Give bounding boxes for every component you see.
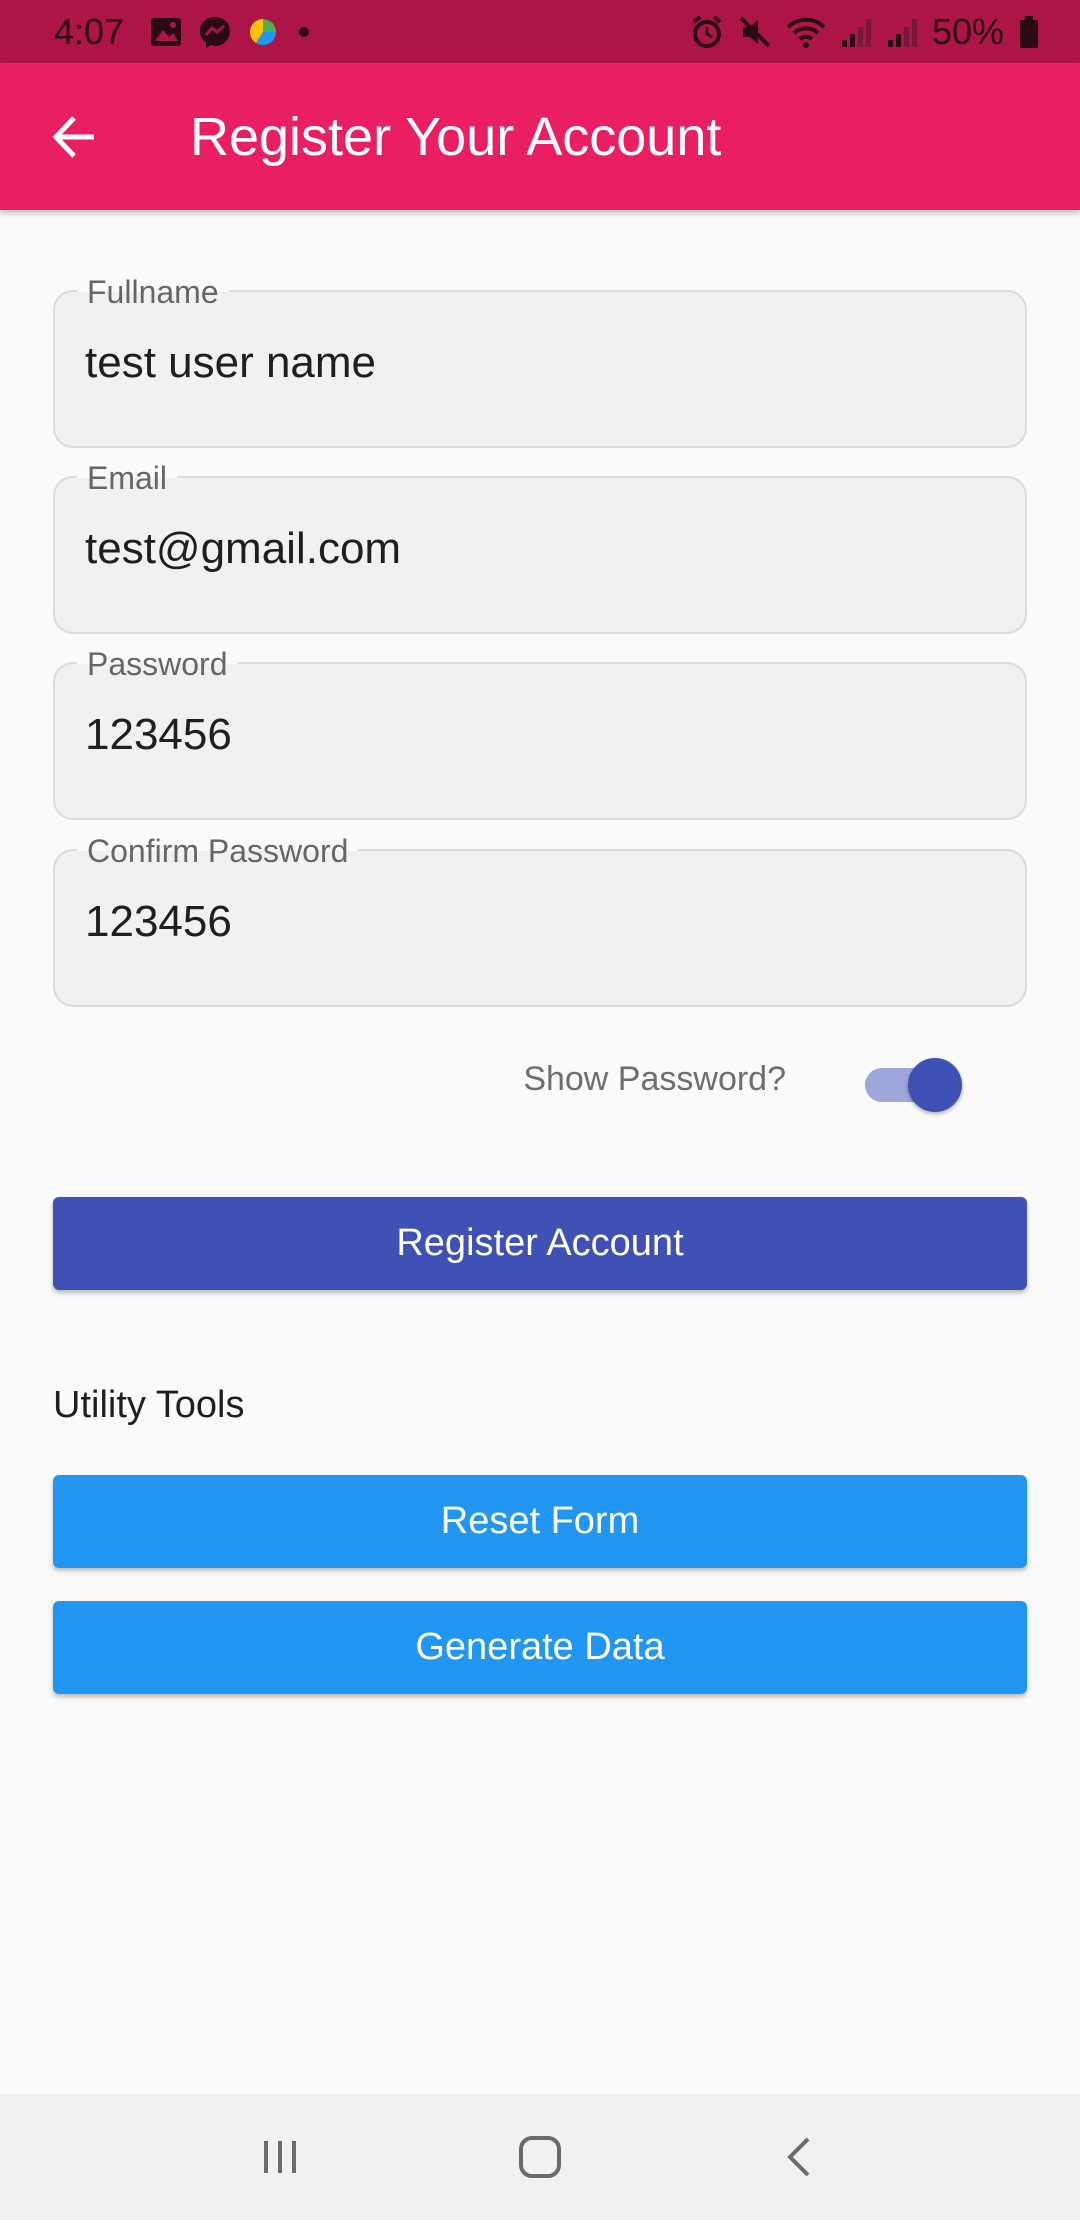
navigation-bar — [0, 2094, 1080, 2220]
signal-icon — [840, 16, 872, 48]
utility-tools-heading: Utility Tools — [53, 1384, 245, 1426]
show-password-label: Show Password? — [523, 1060, 786, 1098]
arrow-back-icon — [52, 115, 94, 158]
signal-icon — [886, 16, 918, 48]
app-bar: Register Your Account — [0, 63, 1080, 210]
mute-icon — [738, 15, 772, 49]
show-password-toggle[interactable] — [865, 1058, 962, 1112]
recents-icon — [264, 2141, 296, 2173]
password-input[interactable] — [85, 710, 985, 760]
password-field[interactable]: Password — [53, 644, 1027, 820]
battery-icon — [1018, 15, 1040, 49]
password-label: Password — [77, 644, 238, 684]
show-password-row: Show Password? — [0, 1050, 1080, 1112]
toggle-thumb — [908, 1058, 962, 1112]
page-title: Register Your Account — [190, 106, 722, 167]
messenger-icon — [198, 15, 232, 49]
wifi-icon — [786, 15, 826, 49]
battery-percent: 50% — [931, 10, 1004, 52]
screen: 4:07 50% Register Your Account Fullname … — [0, 0, 1080, 2220]
back-button[interactable] — [20, 82, 130, 192]
alarm-icon — [690, 14, 724, 49]
system-back-button[interactable] — [755, 2112, 845, 2202]
register-account-button[interactable]: Register Account — [53, 1197, 1027, 1290]
fullname-label: Fullname — [77, 272, 229, 312]
reset-form-button[interactable]: Reset Form — [53, 1475, 1027, 1568]
status-right: 50% — [676, 11, 1040, 53]
email-field[interactable]: Email — [53, 458, 1027, 634]
home-icon — [519, 2136, 561, 2178]
fullname-input[interactable] — [85, 338, 985, 388]
pie-icon — [248, 17, 278, 47]
status-left: 4:07 — [54, 11, 330, 53]
generate-data-button[interactable]: Generate Data — [53, 1601, 1027, 1694]
email-label: Email — [77, 458, 178, 498]
gallery-icon — [150, 17, 182, 47]
status-time: 4:07 — [54, 10, 125, 52]
confirm-password-field[interactable]: Confirm Password — [53, 831, 1027, 1007]
confirm-password-label: Confirm Password — [77, 831, 359, 871]
recents-button[interactable] — [235, 2112, 325, 2202]
status-bar: 4:07 50% — [0, 0, 1080, 63]
dot-icon — [294, 22, 314, 42]
email-input[interactable] — [85, 524, 985, 574]
fullname-field[interactable]: Fullname — [53, 272, 1027, 448]
back-icon — [787, 2137, 810, 2177]
home-button[interactable] — [495, 2112, 585, 2202]
confirm-password-input[interactable] — [85, 897, 985, 947]
